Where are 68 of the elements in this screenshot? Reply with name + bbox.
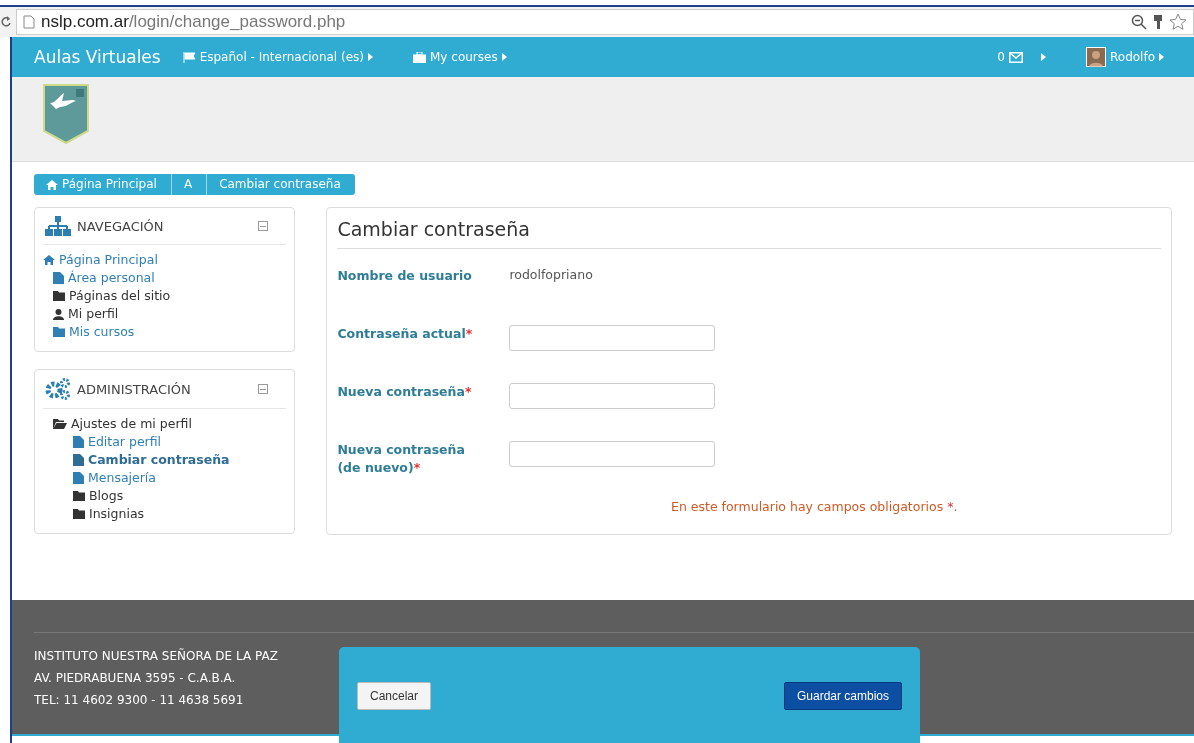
username-value: rodolfopriano	[509, 267, 593, 282]
site-brand[interactable]: Aulas Virtuales	[34, 47, 161, 67]
home-icon	[43, 255, 55, 265]
breadcrumb-link[interactable]: Cambiar contraseña	[207, 174, 355, 195]
collapse-icon[interactable]	[258, 384, 269, 394]
briefcase-icon	[413, 51, 426, 63]
folder-icon	[73, 509, 85, 519]
avatar-icon	[1086, 47, 1106, 67]
tree-item[interactable]: Cambiar contraseña	[73, 451, 230, 469]
home-icon	[46, 179, 58, 190]
breadcrumb-link[interactable]: Página Principal	[34, 174, 172, 195]
key-icon[interactable]	[1153, 14, 1163, 30]
file-icon	[53, 272, 64, 284]
tree-item[interactable]: Blogs	[73, 487, 124, 505]
caret-icon	[368, 53, 373, 61]
tree-item[interactable]: Ajustes de mi perfil	[53, 415, 192, 433]
tree-item[interactable]: Área personal	[53, 269, 155, 287]
reload-icon[interactable]	[0, 16, 12, 28]
tree-item[interactable]: Páginas del sitio	[53, 287, 171, 305]
field-label: Contraseña actual*	[337, 325, 474, 343]
zoom-out-icon[interactable]	[1131, 14, 1147, 30]
messages-menu[interactable]: 0	[997, 50, 1046, 64]
password-field[interactable]	[509, 325, 716, 351]
sitemap-icon	[45, 216, 71, 236]
footer-text: TEL: 11 4602 9300 - 11 4638 5691	[34, 692, 244, 709]
password-field[interactable]	[509, 383, 716, 409]
tree-item[interactable]: Mensajería	[73, 469, 156, 487]
breadcrumb-link[interactable]: A	[171, 174, 208, 195]
collapse-icon[interactable]	[258, 221, 269, 231]
folder-icon	[53, 327, 65, 337]
field-label: Nueva contraseña*	[337, 383, 473, 401]
file-icon	[73, 472, 84, 484]
field-label: Nombre de usuario	[337, 267, 473, 285]
caret-icon	[1159, 53, 1164, 61]
folder-icon	[73, 491, 85, 501]
tree-item[interactable]: Página Principal	[43, 251, 158, 269]
caret-icon	[501, 53, 507, 61]
cancel-button[interactable]: Cancelar	[357, 682, 432, 710]
navbar-menu[interactable]: Español - Internacional (es)	[182, 50, 373, 64]
tree-item[interactable]: Insignias	[73, 505, 145, 523]
block-title: NAVEGACIÓN	[77, 218, 165, 234]
page-icon	[23, 15, 35, 29]
url-text: nslp.com.ar/login/change_password.php	[41, 12, 346, 32]
folder-icon	[53, 291, 65, 301]
star-icon[interactable]	[1169, 13, 1187, 31]
file-icon	[73, 454, 84, 466]
file-icon	[73, 436, 84, 448]
footer-text: AV. PIEDRABUENA 3595 - C.A.B.A.	[34, 670, 236, 687]
tree-item[interactable]: Mi perfil	[53, 305, 119, 323]
user-menu[interactable]: Rodolfo	[1086, 47, 1164, 67]
caret-icon	[1041, 53, 1046, 61]
gears-icon	[45, 378, 71, 400]
save-button[interactable]: Guardar cambios	[783, 682, 902, 710]
envelope-icon	[1009, 51, 1023, 63]
open-folder-icon	[53, 419, 67, 429]
block-title: ADMINISTRACIÓN	[77, 381, 192, 397]
address-bar[interactable]: nslp.com.ar/login/change_password.php	[16, 9, 1194, 35]
shield-logo	[42, 83, 90, 145]
required-note: En este formulario hay campos obligatorios *.	[670, 499, 959, 514]
tree-item[interactable]: Mis cursos	[53, 323, 135, 341]
password-field[interactable]	[509, 441, 716, 467]
footer-text: INSTITUTO NUESTRA SEÑORA DE LA PAZ	[34, 647, 278, 665]
flag-icon	[182, 51, 196, 63]
user-icon	[53, 308, 64, 320]
page-heading: Cambiar contraseña	[337, 214, 1161, 249]
field-label: Nueva contraseña (de nuevo)*	[337, 441, 466, 477]
tree-item[interactable]: Editar perfil	[73, 433, 162, 451]
navbar-menu[interactable]: My courses	[413, 50, 507, 64]
